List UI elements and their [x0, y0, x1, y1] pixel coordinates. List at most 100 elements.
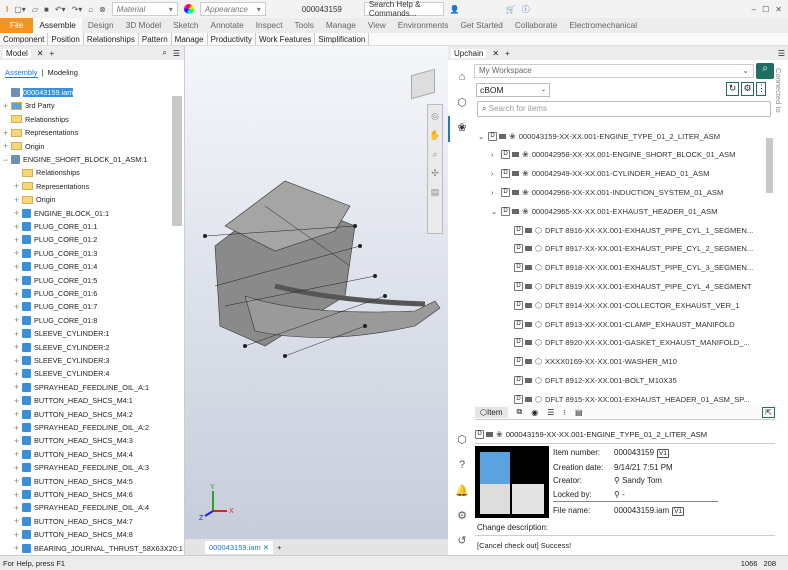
bom-row[interactable]: D ⬡ DFLT 8916-XX-XX.001-EXHAUST_PIPE_CYL_1…: [504, 222, 753, 238]
expand-toggle[interactable]: +: [14, 409, 22, 419]
more-button[interactable]: ⋮: [756, 82, 766, 96]
panel-relationships[interactable]: Relationships: [84, 33, 139, 45]
user-icon[interactable]: 👤: [450, 5, 460, 14]
model-tree-item[interactable]: + SPRAYHEAD_FEEDLINE_OIL_A:1: [14, 381, 149, 394]
ribbon-tab-inspect[interactable]: Inspect: [250, 18, 289, 33]
bom-row[interactable]: D ⬡ XXXX0169-XX-XX.001-WASHER_M10: [504, 354, 677, 370]
expand-toggle[interactable]: +: [14, 181, 22, 191]
expand-toggle[interactable]: +: [14, 530, 22, 540]
bom-row[interactable]: ⌄ D ❀ 000043159-XX-XX.001-ENGINE_TYPE_01_2_…: [478, 128, 720, 144]
model-tree-item[interactable]: + BUTTON_HEAD_SHCS_M4:2: [14, 408, 133, 421]
model-tree-item[interactable]: + BUTTON_HEAD_SHCS_M4:1: [14, 394, 133, 407]
bell-icon[interactable]: 🔔: [454, 484, 470, 500]
ribbon-tab-manage[interactable]: Manage: [320, 18, 362, 33]
model-tree-item[interactable]: + SPRAYHEAD_FEEDLINE_OIL_A:3: [14, 461, 149, 474]
help-icon[interactable]: ?: [454, 459, 470, 475]
open-external-button[interactable]: ⇱: [762, 406, 775, 418]
workspace-search-button[interactable]: ⌕: [756, 63, 774, 79]
cart-icon[interactable]: 🛒: [506, 5, 516, 14]
document-icon[interactable]: ▤: [575, 408, 583, 417]
bom-row[interactable]: D ⬡ DFLT 8912-XX-XX.001-BOLT_M10X35: [504, 372, 677, 388]
menu-icon[interactable]: ☰: [173, 49, 180, 58]
model-tree-item[interactable]: − ENGINE_SHORT_BLOCK_01_ASM:1: [3, 153, 147, 166]
expand-toggle[interactable]: +: [14, 423, 22, 433]
model-tree-item[interactable]: + BUTTON_HEAD_SHCS_M4:6: [14, 488, 133, 501]
bom-row[interactable]: D ⬡ DFLT 8919-XX-XX.001-EXHAUST_PIPE_CYL_4…: [504, 278, 752, 294]
model-tree-item[interactable]: + SLEEVE_CYLINDER:2: [14, 341, 109, 354]
assembly-icon[interactable]: ❀: [454, 121, 470, 137]
expand-toggle[interactable]: +: [14, 516, 22, 526]
model-tree-item[interactable]: + SPRAYHEAD_FEEDLINE_OIL_A:2: [14, 421, 149, 434]
pan-icon[interactable]: ✋: [429, 130, 440, 141]
add-tab-icon[interactable]: +: [505, 49, 510, 58]
close-icon[interactable]: ✕: [37, 49, 44, 58]
expand-toggle[interactable]: +: [14, 248, 22, 258]
model-tree-item[interactable]: + PLUG_CORE_01:7: [14, 300, 97, 313]
add-tab-icon[interactable]: +: [50, 49, 55, 58]
zoom-icon[interactable]: ⌕: [432, 149, 437, 160]
add-doc-icon[interactable]: +: [277, 543, 281, 552]
panel-manage[interactable]: Manage: [172, 33, 208, 45]
model-tree-item[interactable]: + BUTTON_HEAD_SHCS_M4:5: [14, 475, 133, 488]
expand-toggle[interactable]: +: [14, 490, 22, 500]
model-tree-item[interactable]: + ENGINE_BLOCK_01:1: [14, 207, 109, 220]
panel-simplification[interactable]: Simplification: [315, 33, 370, 45]
expand-toggle[interactable]: +: [14, 356, 22, 366]
ribbon-tab-electromechanical[interactable]: Electromechanical: [563, 18, 643, 33]
model-tree-item[interactable]: + Origin: [14, 193, 55, 206]
model-tree-item[interactable]: + BUTTON_HEAD_SHCS_M4:3: [14, 434, 133, 447]
tab-item[interactable]: ⬡Item: [475, 406, 508, 418]
tab-modeling[interactable]: Modeling: [47, 68, 77, 78]
expand-toggle[interactable]: +: [14, 222, 22, 232]
expand-toggle[interactable]: +: [14, 382, 22, 392]
model-tree-item[interactable]: + PLUG_CORE_01:3: [14, 247, 97, 260]
maximize-button[interactable]: ☐: [762, 5, 769, 14]
panel-component[interactable]: Component: [0, 33, 49, 45]
look-at-icon[interactable]: ▤: [431, 187, 440, 198]
new-icon[interactable]: ▢▾: [14, 5, 26, 14]
tab-assembly[interactable]: Assembly: [5, 68, 38, 78]
expand-toggle[interactable]: +: [14, 449, 22, 459]
minimize-button[interactable]: –: [752, 5, 756, 14]
model-tree-item[interactable]: + PLUG_CORE_01:5: [14, 274, 97, 287]
model-tree-item[interactable]: 000043159.iam: [3, 86, 74, 99]
refresh-button[interactable]: ↻: [726, 82, 739, 96]
expand-toggle[interactable]: +: [14, 235, 22, 245]
material-select[interactable]: Material ▾: [111, 2, 178, 16]
expand-toggle[interactable]: +: [14, 262, 22, 272]
expand-toggle[interactable]: ›: [491, 169, 501, 178]
expand-toggle[interactable]: +: [14, 302, 22, 312]
expand-toggle[interactable]: +: [14, 289, 22, 299]
expand-toggle[interactable]: +: [14, 396, 22, 406]
model-scrollbar[interactable]: [172, 96, 182, 226]
redo-icon[interactable]: ↷▾: [72, 5, 83, 14]
copy-icon[interactable]: ⧉: [517, 407, 523, 417]
expand-toggle[interactable]: +: [14, 315, 22, 325]
close-icon[interactable]: ✕: [492, 49, 499, 58]
panel-pattern[interactable]: Pattern: [139, 33, 172, 45]
orbit-icon[interactable]: ✣: [431, 168, 439, 179]
model-tree-item[interactable]: + Origin: [3, 140, 44, 153]
model-tree-item[interactable]: Relationships: [14, 166, 80, 179]
ribbon-tab-collaborate[interactable]: Collaborate: [509, 18, 563, 33]
steering-wheel-icon[interactable]: ◎: [431, 111, 439, 122]
expand-toggle[interactable]: +: [14, 329, 22, 339]
bom-row[interactable]: › D ❀ 000042958-XX-XX.001-ENGINE_SHORT_BLOC…: [491, 147, 735, 163]
ribbon-tab-view[interactable]: View: [362, 18, 392, 33]
bom-row[interactable]: D ⬡ DFLT 8914-XX-XX.001-COLLECTOR_EXHAUST_…: [504, 297, 740, 313]
model-tree-item[interactable]: + Representations: [14, 180, 89, 193]
ribbon-tab-tools[interactable]: Tools: [289, 18, 320, 33]
view-icon[interactable]: ◉: [531, 408, 538, 417]
expand-toggle[interactable]: −: [3, 155, 11, 165]
help-icon[interactable]: ⓘ: [522, 4, 530, 15]
tab-upchain[interactable]: Upchain: [451, 48, 487, 58]
expand-toggle[interactable]: +: [14, 543, 22, 553]
expand-toggle[interactable]: +: [14, 208, 22, 218]
ribbon-tab-design[interactable]: Design: [82, 18, 120, 33]
bom-row[interactable]: D ⬡ DFLT 8920-XX-XX.001-GASKET_EXHAUST_MAN…: [504, 335, 750, 351]
panel-position[interactable]: Position: [48, 33, 84, 45]
search-icon[interactable]: ⌕: [162, 48, 166, 58]
home-icon[interactable]: ⌂: [88, 5, 93, 14]
bom-row[interactable]: D ⬡ DFLT 8918-XX-XX.001-EXHAUST_PIPE_CYL_3…: [504, 260, 753, 276]
expand-toggle[interactable]: +: [3, 141, 11, 151]
